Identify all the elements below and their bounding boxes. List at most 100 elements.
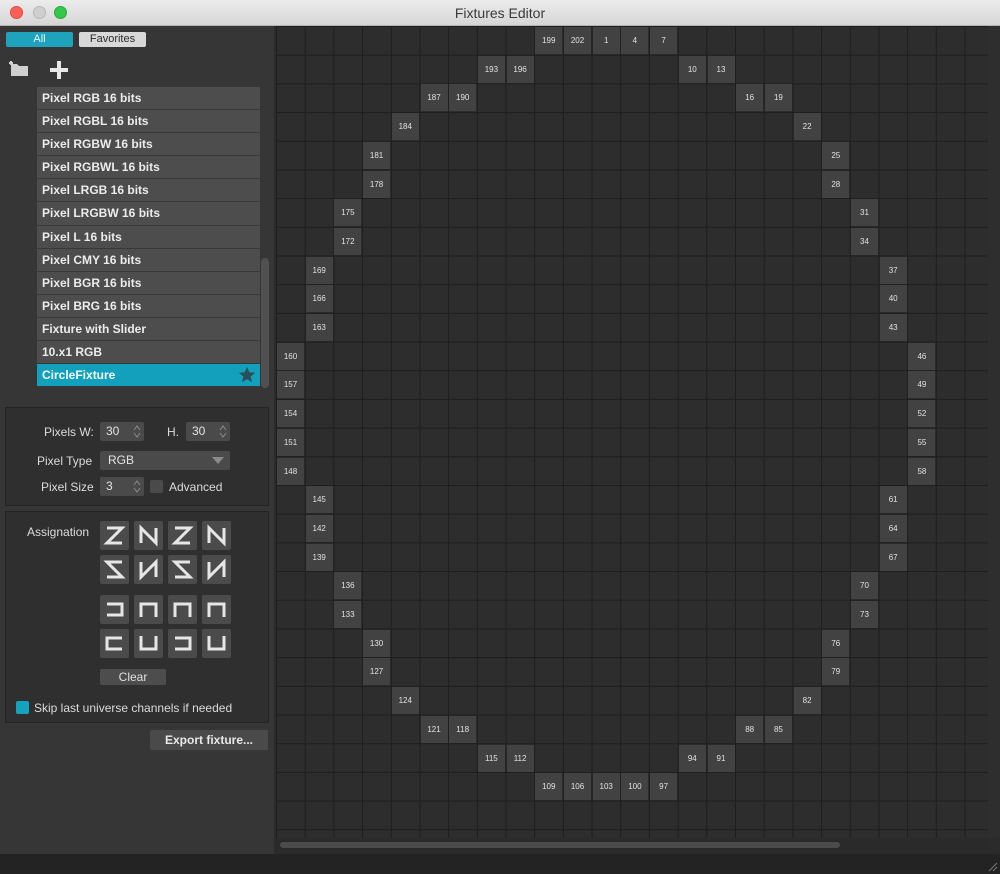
pixel-cell[interactable]: 4 [621,27,649,54]
pixel-cell[interactable]: 202 [564,27,591,54]
pixel-cell[interactable]: 124 [391,687,419,715]
pixel-cell[interactable]: 190 [449,84,477,112]
pixel-cell[interactable]: 70 [851,572,878,600]
pixel-cell[interactable]: 40 [879,285,907,313]
pixel-cell[interactable]: 61 [879,486,907,514]
assignation-button[interactable] [100,555,129,584]
pixel-cell[interactable]: 100 [621,773,649,801]
assignation-button[interactable] [134,555,163,584]
pixel-cell[interactable]: 157 [277,371,304,399]
pixel-cell[interactable]: 139 [305,543,333,571]
pixel-cell[interactable]: 7 [650,27,678,54]
fixture-list-scrollbar[interactable] [261,258,269,388]
pixel-cell[interactable]: 199 [535,27,563,54]
pixel-cell[interactable]: 160 [277,342,304,370]
pixel-cell[interactable]: 178 [363,170,391,198]
pixel-cell[interactable]: 112 [506,744,534,772]
pixel-cell[interactable]: 34 [851,227,878,255]
grid-vertical-scrollbar[interactable] [988,26,1000,838]
assignation-button[interactable] [202,595,231,624]
filter-favorites-button[interactable]: Favorites [79,32,146,47]
grid-horizontal-scroll-thumb[interactable] [280,842,840,848]
assignation-button[interactable] [202,521,231,550]
pixel-cell[interactable]: 163 [305,314,333,341]
fixture-list-item[interactable]: Pixel RGBW 16 bits [37,133,260,157]
fixture-list-item[interactable]: Pixel CMY 16 bits [37,248,260,272]
pixel-cell[interactable]: 142 [305,514,333,542]
add-fixture-icon[interactable] [48,59,70,81]
fixture-list-item[interactable]: 10.x1 RGB [37,341,260,365]
pixel-cell[interactable]: 28 [822,170,850,198]
pixel-cell[interactable]: 127 [363,658,391,686]
assignation-button[interactable] [134,595,163,624]
pixel-cell[interactable]: 151 [277,428,304,456]
fixture-list-item[interactable]: Pixel RGB 16 bits [37,87,260,111]
pixel-cell[interactable]: 25 [822,141,850,169]
assignation-button[interactable] [134,629,163,658]
grid-horizontal-scrollbar[interactable] [276,840,988,850]
pixel-cell[interactable]: 193 [477,55,505,83]
pixel-grid[interactable]: 199 202 1 4 7 193 196 10 13 187 190 16 19 184 22 181 25 1… [276,26,988,838]
pixel-cell[interactable]: 166 [305,285,333,313]
filter-all-button[interactable]: All [6,32,73,47]
assignation-button[interactable] [134,521,163,550]
assignation-button[interactable] [100,521,129,550]
fixture-list-item[interactable]: Pixel LRGB 16 bits [37,179,260,203]
advanced-checkbox[interactable] [150,480,163,493]
pixel-cell[interactable]: 58 [908,457,936,485]
pixel-cell[interactable]: 79 [822,658,850,686]
pixels-w-stepper[interactable]: 30 [100,422,144,441]
pixel-cell[interactable]: 118 [449,715,477,743]
pixel-cell[interactable]: 49 [908,371,936,399]
pixel-cell[interactable]: 184 [391,113,419,141]
pixel-cell[interactable]: 43 [879,314,907,341]
pixel-cell[interactable]: 196 [506,55,534,83]
pixels-h-stepper[interactable]: 30 [186,422,230,441]
fixture-list-item[interactable]: Pixel BGR 16 bits [37,271,260,295]
pixel-cell[interactable]: 22 [793,113,821,141]
resize-grip-icon[interactable] [986,860,998,872]
fixture-list-item[interactable]: CircleFixture [37,364,260,388]
pixel-cell[interactable]: 1 [592,27,620,54]
pixel-cell[interactable]: 181 [363,141,391,169]
pixel-cell[interactable]: 37 [879,256,907,284]
pixel-cell[interactable]: 67 [879,543,907,571]
pixel-cell[interactable]: 91 [707,744,735,772]
pixel-type-select[interactable]: RGB [100,451,230,470]
pixel-cell[interactable]: 52 [908,400,936,428]
assignation-button[interactable] [168,555,197,584]
pixel-cell[interactable]: 133 [334,601,362,628]
pixel-cell[interactable]: 148 [277,457,304,485]
assignation-button[interactable] [202,629,231,658]
pixel-cell[interactable]: 175 [334,199,362,227]
favorite-star-icon[interactable] [238,366,256,384]
pixel-cell[interactable]: 16 [736,84,764,112]
fixture-list-item[interactable]: Pixel RGBL 16 bits [37,110,260,134]
pixel-cell[interactable]: 88 [736,715,764,743]
assignation-button[interactable] [100,595,129,624]
pixel-cell[interactable]: 136 [334,572,362,600]
fixture-list-item[interactable]: Pixel BRG 16 bits [37,294,260,318]
pixel-cell[interactable]: 46 [908,342,936,370]
assignation-button[interactable] [202,555,231,584]
pixel-cell[interactable]: 172 [334,227,362,255]
pixel-cell[interactable]: 130 [363,629,391,657]
pixel-cell[interactable]: 64 [879,514,907,542]
fixture-list-item[interactable]: Pixel L 16 bits [37,225,260,249]
pixel-cell[interactable]: 145 [305,486,333,514]
clear-button[interactable]: Clear [100,669,166,685]
pixel-cell[interactable]: 55 [908,428,936,456]
pixel-cell[interactable]: 97 [650,773,678,801]
assignation-button[interactable] [168,629,197,658]
pixel-cell[interactable]: 121 [420,715,448,743]
pixel-cell[interactable]: 19 [764,84,792,112]
assignation-button[interactable] [168,595,197,624]
pixel-cell[interactable]: 73 [851,601,878,628]
pixel-cell[interactable]: 106 [564,773,591,801]
pixel-cell[interactable]: 154 [277,400,304,428]
fixture-list-item[interactable]: Pixel LRGBW 16 bits [37,202,260,226]
pixel-size-stepper[interactable]: 3 [100,477,144,496]
pixel-cell[interactable]: 82 [793,687,821,715]
export-fixture-button[interactable]: Export fixture... [150,730,268,750]
assignation-button[interactable] [168,521,197,550]
